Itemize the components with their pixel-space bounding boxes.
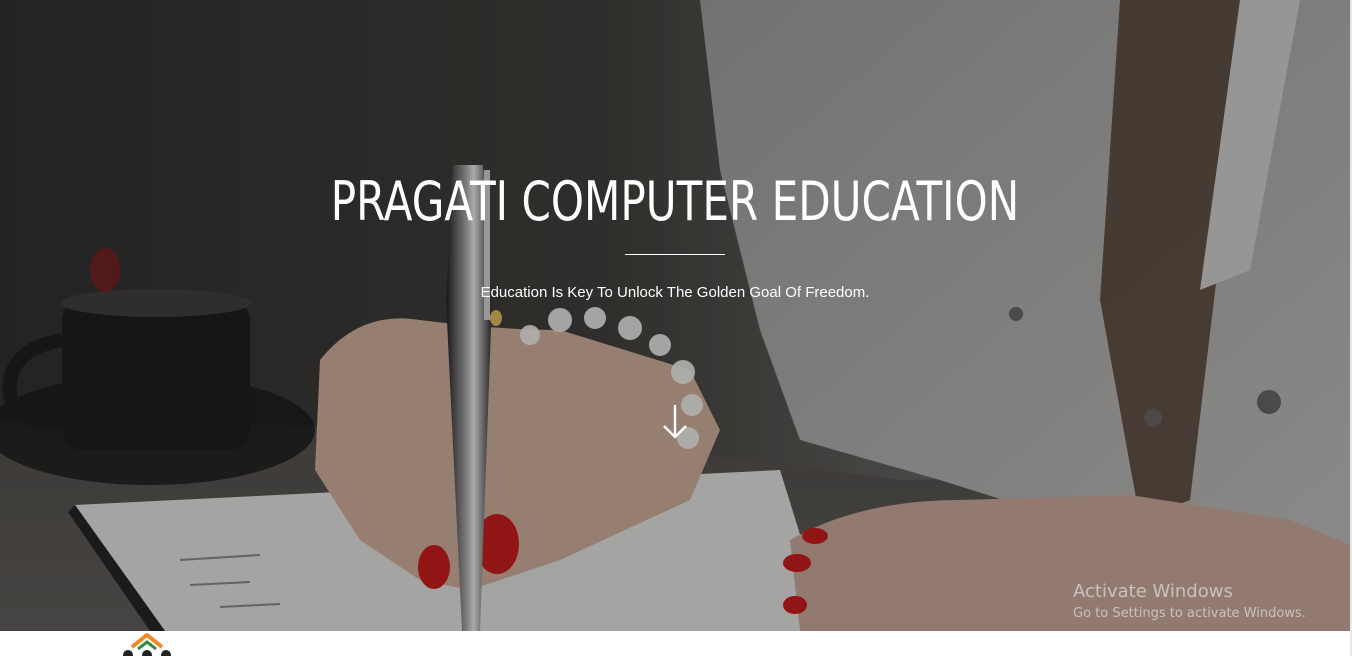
scroll-down-button[interactable] bbox=[659, 403, 691, 441]
navbar-strip bbox=[0, 631, 1350, 656]
watermark-subtitle: Go to Settings to activate Windows. bbox=[1073, 606, 1306, 621]
hero-tagline: Education Is Key To Unlock The Golden Go… bbox=[480, 284, 870, 301]
watermark-title: Activate Windows bbox=[1073, 581, 1233, 602]
title-divider bbox=[625, 254, 725, 255]
hero-section: PRAGATI COMPUTER EDUCATION Education Is … bbox=[0, 0, 1350, 631]
hero-overlay bbox=[0, 0, 1350, 631]
activate-windows-watermark: Activate Windows Go to Settings to activ… bbox=[1073, 581, 1306, 624]
pragati-logo-icon[interactable] bbox=[118, 633, 178, 656]
arrow-down-icon bbox=[663, 405, 687, 439]
page-title: PRAGATI COMPUTER EDUCATION bbox=[330, 170, 1020, 233]
